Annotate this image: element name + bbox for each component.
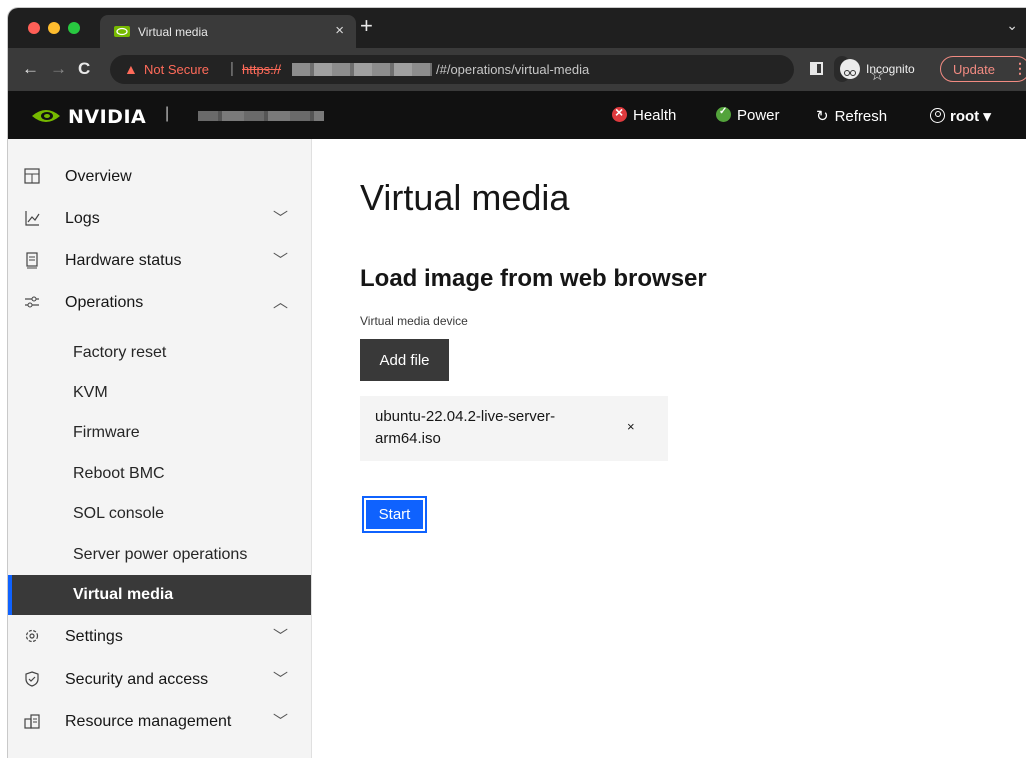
- sidebar-item-label: Security and access: [65, 671, 209, 688]
- browser-window: Virtual media × + ⌄ ← → C ▲ Not Secure |…: [8, 8, 1026, 758]
- header-separator: |: [165, 105, 170, 122]
- file-name: ubuntu-22.04.2-live-server-arm64.iso: [375, 408, 556, 447]
- address-bar[interactable]: ▲ Not Secure | https:// /#/operations/vi…: [110, 55, 884, 84]
- tab-strip: Virtual media × + ⌄: [8, 8, 1026, 48]
- incognito-icon: [840, 59, 860, 79]
- app-header: NVIDIA | Health Power ↻ Refresh root ▾: [8, 91, 1026, 139]
- chevron-down-icon: ﹀: [273, 210, 289, 227]
- update-button[interactable]: Update ⋮: [940, 56, 1026, 82]
- sidebar-subitem-factory-reset[interactable]: Factory reset: [8, 333, 311, 373]
- settings-icon: [25, 629, 39, 643]
- sidebar-item-overview[interactable]: Overview: [8, 157, 311, 197]
- sidebar-subitem-sol-console[interactable]: SOL console: [8, 494, 311, 534]
- selected-file-item: ubuntu-22.04.2-live-server-arm64.iso ×: [360, 396, 668, 461]
- health-error-icon: [612, 104, 627, 122]
- minimize-window-button[interactable]: [48, 22, 60, 34]
- shield-icon: [25, 671, 39, 687]
- chevron-up-icon: ︿: [273, 294, 289, 311]
- refresh-label: Refresh: [834, 108, 888, 125]
- power-status[interactable]: Power: [716, 106, 780, 124]
- sidebar-item-label: Overview: [65, 168, 132, 185]
- sidebar-item-label: Virtual media: [73, 586, 174, 603]
- back-arrow-icon[interactable]: ←: [22, 59, 39, 79]
- resource-icon: [24, 714, 40, 729]
- refresh-button[interactable]: ↻ Refresh: [816, 107, 887, 125]
- health-status[interactable]: Health: [612, 104, 677, 124]
- user-menu[interactable]: root ▾: [930, 107, 991, 125]
- sidebar-item-label: Resource management: [65, 713, 232, 730]
- sidebar-item-settings[interactable]: Settings ﹀: [8, 617, 311, 657]
- browser-toolbar: ← → C ▲ Not Secure | https:// /#/operati…: [8, 48, 1026, 91]
- sidebar-item-label: SOL console: [73, 505, 165, 522]
- incognito-indicator[interactable]: Incognito: [834, 56, 915, 82]
- sidebar-subitem-kvm[interactable]: KVM: [8, 373, 311, 413]
- overview-icon: [24, 168, 40, 184]
- tab-close-icon[interactable]: ×: [335, 22, 344, 39]
- chevron-down-icon: ﹀: [273, 671, 289, 688]
- url-scheme: https://: [242, 62, 282, 77]
- reload-icon[interactable]: C: [78, 59, 90, 79]
- user-avatar-icon: [930, 108, 945, 123]
- more-menu-icon: ⋮: [1013, 60, 1026, 76]
- nvidia-favicon-icon: [114, 26, 130, 37]
- sidebar-item-hardware-status[interactable]: Hardware status ﹀: [8, 241, 311, 281]
- health-label: Health: [633, 107, 677, 124]
- chevron-down-icon: ﹀: [273, 713, 289, 730]
- nvidia-eye-icon: [32, 110, 60, 122]
- sidebar-item-label: KVM: [73, 384, 108, 401]
- maximize-window-button[interactable]: [68, 22, 80, 34]
- sidebar-item-label: Reboot BMC: [73, 465, 165, 482]
- sidebar-item-operations[interactable]: Operations ︿: [8, 283, 311, 323]
- security-status[interactable]: Not Secure: [144, 62, 209, 77]
- sidebar-item-label: Settings: [65, 628, 123, 645]
- url-path: /#/operations/virtual-media: [436, 62, 590, 77]
- sidebar-subitem-reboot-bmc[interactable]: Reboot BMC: [8, 454, 311, 494]
- sidebar-subitem-firmware[interactable]: Firmware: [8, 413, 311, 453]
- main-content: Virtual media Load image from web browse…: [312, 139, 1026, 758]
- add-file-button[interactable]: Add file: [360, 339, 449, 381]
- sidebar-item-label: Factory reset: [73, 344, 167, 361]
- tab-search-icon[interactable]: ⌄: [1006, 17, 1018, 34]
- sidebar-item-label: Logs: [65, 210, 100, 227]
- forward-arrow-icon[interactable]: →: [50, 59, 67, 79]
- refresh-icon: ↻: [816, 108, 829, 125]
- sidebar-item-label: Firmware: [73, 424, 140, 441]
- address-separator: |: [230, 60, 234, 77]
- sidebar-item-label: Server power operations: [73, 546, 248, 563]
- sidebar-nav: Overview Logs ﹀ Hardware status ﹀ Operat…: [8, 139, 312, 758]
- redacted-hostname: [198, 111, 324, 121]
- sidebar-subitem-virtual-media[interactable]: Virtual media: [8, 575, 311, 615]
- new-tab-button[interactable]: +: [360, 13, 373, 39]
- power-label: Power: [737, 107, 780, 124]
- sidebar-item-label: Operations: [65, 294, 144, 311]
- incognito-label: Incognito: [866, 62, 915, 76]
- sidebar-item-resource-management[interactable]: Resource management ﹀: [8, 702, 311, 742]
- operations-icon: [25, 296, 39, 308]
- sidebar-item-security-and-access[interactable]: Security and access ﹀: [8, 660, 311, 700]
- update-label: Update: [953, 62, 995, 77]
- user-label: root: [950, 108, 980, 125]
- warning-icon: ▲: [124, 61, 138, 77]
- chevron-down-icon: ﹀: [273, 628, 289, 645]
- start-button[interactable]: Start: [362, 496, 427, 533]
- brand-name: NVIDIA: [68, 106, 147, 128]
- redacted-host: [292, 63, 432, 76]
- close-window-button[interactable]: [28, 22, 40, 34]
- chevron-down-icon: ﹀: [273, 252, 289, 269]
- user-caret-icon: ▾: [983, 108, 991, 125]
- browser-tab[interactable]: Virtual media ×: [100, 15, 356, 48]
- sidebar-subitem-server-power-operations[interactable]: Server power operations: [8, 535, 311, 575]
- tab-title: Virtual media: [138, 25, 208, 39]
- side-panel-icon[interactable]: [810, 62, 823, 75]
- hardware-icon: [26, 252, 38, 269]
- sidebar-item-logs[interactable]: Logs ﹀: [8, 199, 311, 239]
- section-title: Load image from web browser: [360, 265, 707, 292]
- virtual-media-device-label: Virtual media device: [360, 314, 468, 328]
- page-title: Virtual media: [360, 177, 570, 218]
- sidebar-item-label: Hardware status: [65, 252, 182, 269]
- power-ok-icon: [716, 106, 731, 122]
- logs-icon: [25, 211, 40, 226]
- remove-file-icon[interactable]: ×: [627, 419, 635, 434]
